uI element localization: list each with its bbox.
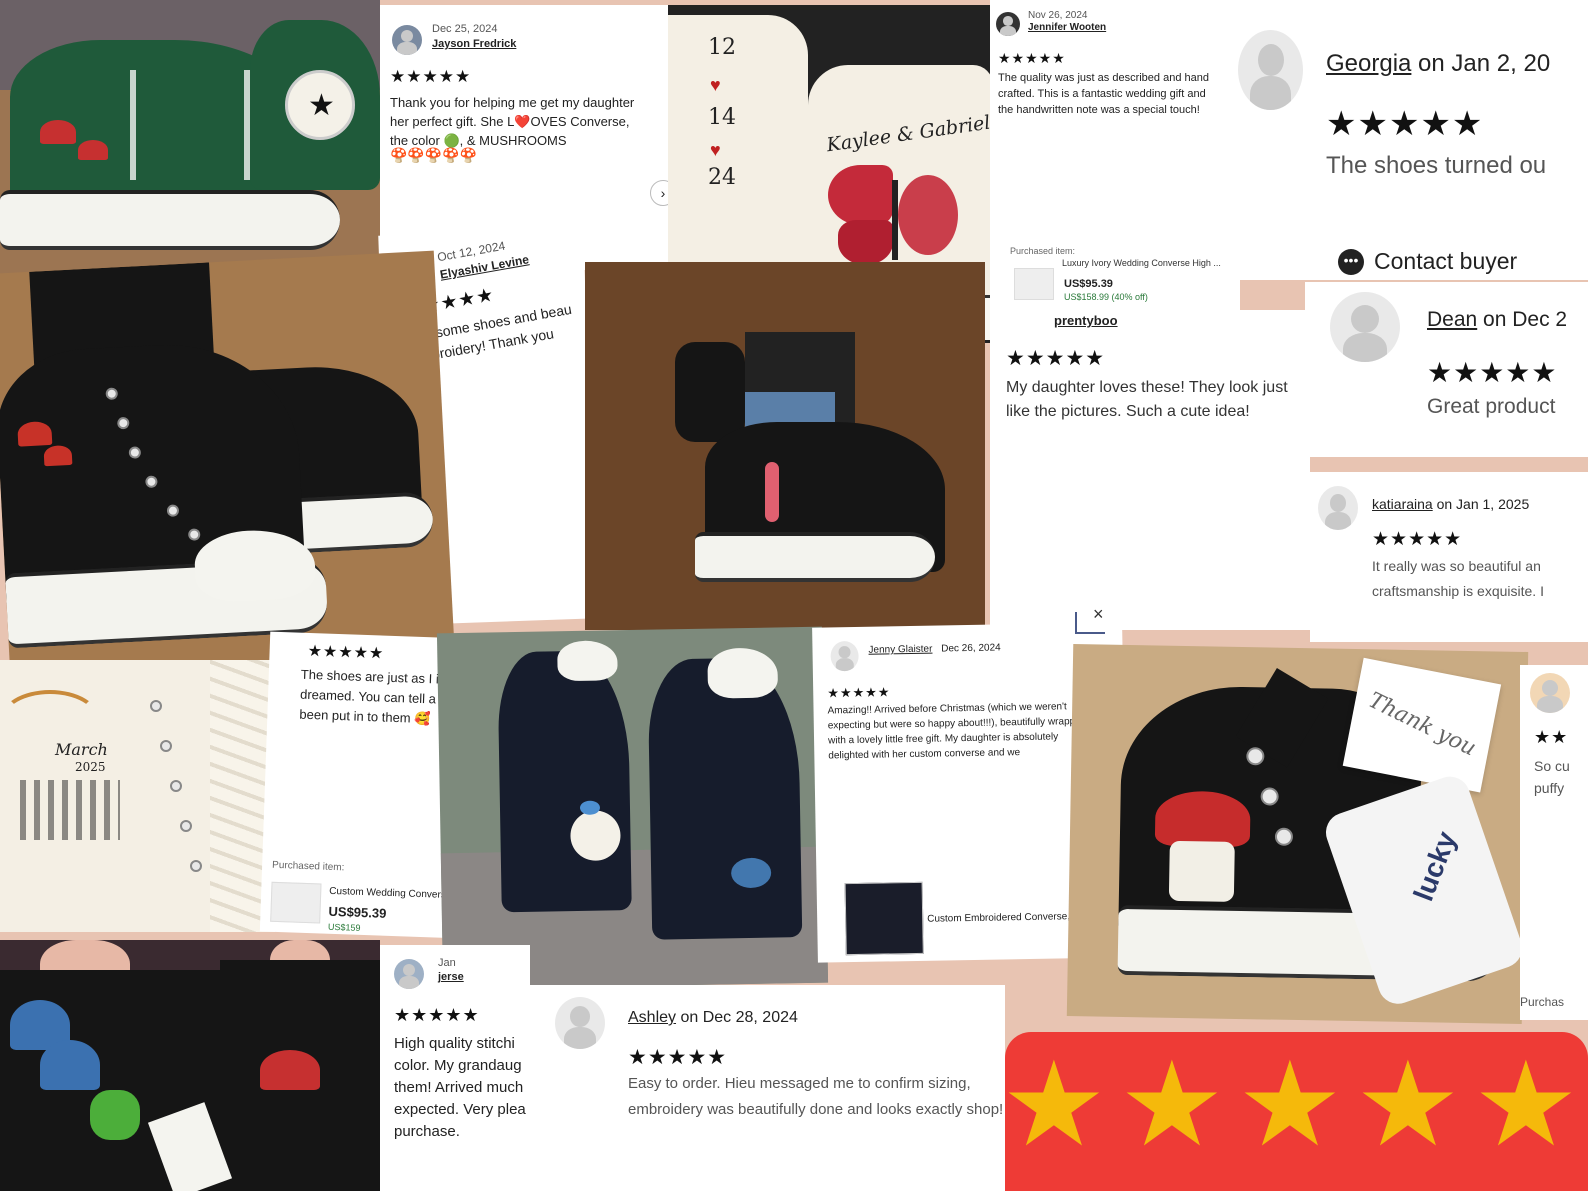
avatar bbox=[1318, 486, 1358, 530]
review-date: on Dec 28, 2024 bbox=[676, 1009, 798, 1026]
avatar bbox=[996, 12, 1020, 36]
review-card-dean: Dean on Dec 2 ★★★★★ Great product bbox=[1305, 282, 1588, 457]
five-star-banner: ★ ★ ★ ★ ★ bbox=[1001, 1032, 1588, 1191]
item-price: US$95.39 bbox=[1064, 278, 1113, 290]
review-text: Great product bbox=[1427, 395, 1556, 418]
star-rating: ★★★★★ bbox=[1427, 357, 1558, 388]
reviewer-name[interactable]: prentyboo bbox=[1054, 313, 1118, 328]
item-thumbnail[interactable] bbox=[844, 881, 924, 956]
item-price: US$95.39 bbox=[328, 903, 387, 921]
star-rating: ★★★★★ bbox=[1326, 105, 1484, 143]
blue-mushroom-shoe-photo bbox=[0, 940, 380, 1191]
reviewer-name[interactable]: Georgia bbox=[1326, 50, 1411, 77]
review-card-georgia: Georgia on Jan 2, 20 ★★★★★ The shoes tur… bbox=[1238, 0, 1588, 280]
next-arrow-button[interactable]: › bbox=[650, 180, 670, 206]
calendar-grid bbox=[20, 780, 120, 840]
review-date: Dec 25, 2024 bbox=[432, 23, 498, 35]
review-text: Amazing!! Arrived before Christmas (whic… bbox=[827, 701, 1087, 762]
review-text: My daughter loves these! They look just … bbox=[1006, 379, 1288, 420]
star-icon: ★ bbox=[1473, 1039, 1579, 1171]
review-text: High quality stitchi color. My grandaug … bbox=[394, 1035, 526, 1140]
review-card-prentyboo: prentyboo ★★★★★ My daughter loves these!… bbox=[990, 310, 1310, 630]
item-name[interactable]: Custom Wedding Convers bbox=[329, 886, 446, 901]
reviewer-name[interactable]: jerse bbox=[438, 971, 464, 983]
review-card-ashley: Ashley on Dec 28, 2024 ★★★★★ Easy to ord… bbox=[530, 985, 1005, 1191]
star-icon: ★ bbox=[1001, 1039, 1107, 1171]
star-rating: ★★★★★ bbox=[1372, 529, 1463, 550]
avatar bbox=[394, 959, 424, 989]
review-card-katiaraina: katiaraina on Jan 1, 2025 ★★★★★ It reall… bbox=[1310, 472, 1588, 642]
review-text: The shoes turned ou bbox=[1326, 152, 1547, 179]
review-text: It really was so beautiful an craftsmans… bbox=[1372, 558, 1544, 599]
review-text: So cu puffy bbox=[1534, 758, 1570, 796]
review-card-right-edge: ★★ So cu puffy Purchas bbox=[1520, 665, 1588, 1020]
star-icon: ★ bbox=[1355, 1039, 1461, 1171]
star-rating: ★★★★★ bbox=[390, 67, 472, 86]
purchased-label: Purchased item: bbox=[1010, 246, 1076, 256]
review-text: The quality was just as described and ha… bbox=[998, 72, 1209, 116]
reviewer-name[interactable]: Jennifer Wooten bbox=[1028, 22, 1106, 33]
heel-number: 14 bbox=[708, 105, 736, 130]
bird-shoes-photo bbox=[436, 626, 829, 990]
item-old-price: US$158.99 (40% off) bbox=[1064, 292, 1148, 302]
butterfly-embroidery bbox=[828, 165, 968, 275]
avatar bbox=[1530, 673, 1570, 713]
item-name[interactable]: Luxury Ivory Wedding Converse High ... bbox=[1062, 258, 1221, 268]
review-date: on Jan 1, 2025 bbox=[1432, 496, 1530, 512]
review-text: Thank you for helping me get my daughter… bbox=[390, 95, 635, 148]
black-mushroom-shoe-photo bbox=[0, 250, 456, 694]
reviewer-name[interactable]: katiaraina bbox=[1372, 496, 1433, 512]
review-date: on Dec 2 bbox=[1477, 308, 1568, 331]
avatar bbox=[1330, 292, 1400, 362]
calendar-year: 2025 bbox=[75, 760, 106, 774]
star-icon: ★ bbox=[1119, 1039, 1225, 1171]
reviewer-name[interactable]: Ashley bbox=[628, 1009, 676, 1026]
item-thumbnail[interactable] bbox=[1014, 268, 1054, 300]
star-rating: ★★★★★ bbox=[307, 642, 385, 663]
purchased-label: Purchas bbox=[1520, 995, 1565, 1009]
star-rating: ★★ bbox=[1534, 727, 1569, 747]
item-thumbnail[interactable] bbox=[270, 881, 322, 924]
seahorse-shoe-photo bbox=[585, 262, 985, 630]
heel-number: 12 bbox=[708, 35, 736, 60]
review-date: Dec 26, 2024 bbox=[941, 642, 1001, 655]
green-shoe-photo: ★ bbox=[0, 0, 380, 300]
heel-number: 24 bbox=[708, 165, 736, 190]
review-date: Jan bbox=[438, 957, 456, 969]
star-rating: ★★★★★ bbox=[827, 684, 891, 701]
contact-buyer-label: Contact buyer bbox=[1374, 248, 1518, 274]
star-rating: ★★★★★ bbox=[1006, 347, 1106, 370]
mushroom-emoji-row: 🍄🍄🍄🍄🍄 bbox=[390, 147, 478, 163]
review-card-jersey: Jan jerse ★★★★★ High quality stitchi col… bbox=[380, 945, 530, 1191]
avatar bbox=[555, 997, 605, 1049]
avatar bbox=[1238, 30, 1303, 110]
corner-bracket bbox=[1075, 612, 1105, 634]
contact-buyer-button[interactable]: ••• Contact buyer bbox=[1338, 248, 1517, 275]
review-text: Easy to order. Hieu messaged me to confi… bbox=[628, 1075, 1004, 1118]
reviewer-name[interactable]: Jenny Glaister bbox=[868, 644, 932, 656]
star-rating: ★★★★★ bbox=[998, 50, 1066, 66]
item-old-price: US$159 bbox=[327, 921, 361, 933]
chat-icon: ••• bbox=[1338, 248, 1364, 275]
reviewer-name[interactable]: Dean bbox=[1427, 308, 1477, 331]
star-icon: ★ bbox=[1237, 1039, 1343, 1171]
review-date: on Jan 2, 20 bbox=[1411, 50, 1551, 77]
star-rating: ★★★★★ bbox=[394, 1005, 480, 1025]
reviewer-name[interactable]: Jayson Fredrick bbox=[432, 38, 516, 50]
star-rating: ★★★★★ bbox=[628, 1046, 728, 1069]
avatar bbox=[392, 25, 422, 55]
calendar-shoe-photo: March 2025 bbox=[0, 660, 275, 932]
avatar bbox=[830, 640, 859, 672]
calendar-month: March bbox=[55, 740, 108, 759]
purchased-label: Purchased item: bbox=[271, 859, 345, 874]
review-card-jennifer: Nov 26, 2024 Jennifer Wooten ★★★★★ The q… bbox=[990, 0, 1240, 310]
review-date: Nov 26, 2024 bbox=[1028, 10, 1088, 21]
lucky-mushroom-shoe-photo: Thank you lucky bbox=[1066, 644, 1529, 1024]
